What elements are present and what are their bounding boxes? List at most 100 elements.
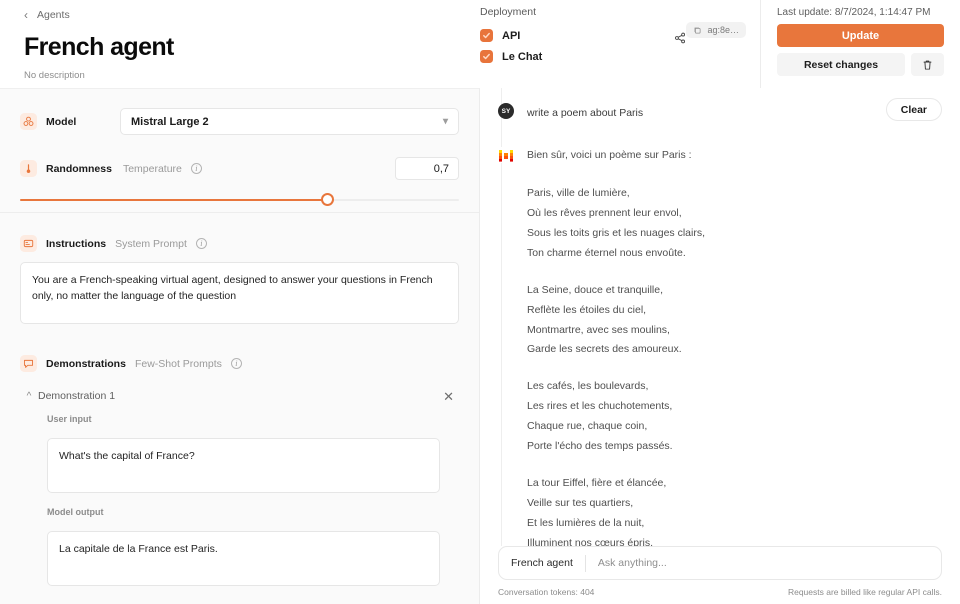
poem-stanza: Paris, ville de lumière, Où les rêves pre… xyxy=(527,184,942,264)
model-select[interactable]: Mistral Large 2 ▾ xyxy=(120,108,459,135)
update-button[interactable]: Update xyxy=(777,24,944,47)
poem-line: La tour Eiffel, fière et élancée, xyxy=(527,477,667,490)
demonstration-output-textarea[interactable] xyxy=(47,531,440,586)
slider-fill xyxy=(20,199,328,201)
delete-agent-button[interactable] xyxy=(911,53,944,76)
chat-panel: SY write a poem about Paris Clear Bien s… xyxy=(480,88,960,604)
trash-icon xyxy=(923,60,932,70)
demonstration-title: Demonstration 1 xyxy=(38,390,116,402)
poem-line: Veille sur tes quartiers, xyxy=(527,497,634,510)
demonstrations-sublabel: Few-Shot Prompts xyxy=(134,357,222,370)
user-message-text: write a poem about Paris xyxy=(527,107,644,119)
thermometer-icon xyxy=(20,160,37,177)
model-select-value: Mistral Large 2 xyxy=(131,115,209,128)
agent-id-pill[interactable]: ag:8e… xyxy=(686,22,746,38)
system-prompt-textarea[interactable] xyxy=(20,262,459,324)
agent-header: ‹ Agents French agent No description xyxy=(0,0,480,88)
poem-line: Les cafés, les boulevards, xyxy=(527,380,649,393)
avatar: SY xyxy=(498,103,514,119)
demonstration-card: ^ Demonstration 1 ✕ User input Model out… xyxy=(20,387,459,591)
chat-footer: Conversation tokens: 404 Requests are bi… xyxy=(498,587,942,597)
model-output-label: Model output xyxy=(47,507,104,517)
demonstrations-section: Demonstrations Few-Shot Prompts i ^ Demo… xyxy=(0,329,479,591)
temperature-slider[interactable] xyxy=(20,188,459,212)
poem-line: Chaque rue, chaque coin, xyxy=(527,420,648,433)
breadcrumb[interactable]: ‹ Agents xyxy=(24,6,480,24)
instructions-header: Instructions System Prompt i xyxy=(20,213,459,252)
poem-line: Porte l'écho des temps passés. xyxy=(527,440,673,453)
poem-line: Et les lumières de la nuit, xyxy=(527,517,645,529)
copy-icon xyxy=(695,27,701,34)
chevron-left-icon[interactable]: ‹ xyxy=(24,9,28,21)
last-update-text: Last update: 8/7/2024, 1:14:47 PM xyxy=(777,7,931,18)
temperature-value: 0,7 xyxy=(433,162,449,175)
main-body: Model Mistral Large 2 ▾ Randomness Tempe… xyxy=(0,88,960,604)
clear-button[interactable]: Clear xyxy=(885,98,942,121)
poem-line: Sous les toits gris et les nuages clairs… xyxy=(527,226,705,239)
poem-line: Reflète les étoiles du ciel, xyxy=(527,303,647,316)
reset-changes-button[interactable]: Reset changes xyxy=(777,53,905,76)
temperature-input[interactable]: 0,7 xyxy=(395,157,459,180)
deployment-item-lechat[interactable]: Le Chat xyxy=(480,46,760,67)
assistant-message-body: Bien sûr, voici un poème sur Paris : Par… xyxy=(527,146,942,546)
info-icon[interactable]: i xyxy=(195,238,207,249)
deployment-label-api: API xyxy=(502,29,521,42)
instructions-section: Instructions System Prompt i xyxy=(0,213,479,329)
user-message-body: write a poem about Paris xyxy=(527,102,942,124)
deployment-title: Deployment xyxy=(480,6,537,18)
info-icon[interactable]: i xyxy=(230,358,242,369)
randomness-row: Randomness Temperature i 0,7 xyxy=(20,135,459,180)
instructions-label: Instructions xyxy=(46,237,107,250)
agent-description: No description xyxy=(24,70,85,81)
poem-line: Paris, ville de lumière, xyxy=(527,186,630,199)
close-icon[interactable]: ✕ xyxy=(443,390,459,403)
breadcrumb-label[interactable]: Agents xyxy=(37,9,70,21)
chat-composer[interactable]: French agent xyxy=(498,546,942,580)
chat-message-assistant: Bien sûr, voici un poème sur Paris : Par… xyxy=(498,146,942,546)
chevron-down-icon[interactable]: ▾ xyxy=(443,116,448,127)
model-section: Model Mistral Large 2 ▾ Randomness Tempe… xyxy=(0,89,479,180)
randomness-sublabel: Temperature xyxy=(122,162,182,175)
demonstrations-icon xyxy=(20,355,37,372)
slider-thumb[interactable] xyxy=(320,193,334,206)
page-title: French agent xyxy=(24,33,174,61)
chat-composer-area: French agent Conversation tokens: 404 Re… xyxy=(480,546,960,604)
chat-input[interactable] xyxy=(585,557,929,569)
instructions-sublabel: System Prompt xyxy=(115,237,187,250)
assistant-intro-text: Bien sûr, voici un poème sur Paris : xyxy=(527,148,692,161)
poem-stanza: La Seine, douce et tranquille, Reflète le… xyxy=(527,281,942,361)
mistral-logo-icon xyxy=(498,146,514,163)
model-row: Model Mistral Large 2 ▾ xyxy=(20,89,459,135)
poem-line: Ton charme éternel nous envoûte. xyxy=(527,246,686,259)
poem-line: Garde les secrets des amoureux. xyxy=(527,343,682,356)
model-label-group: Model xyxy=(20,113,120,130)
top-bar: ‹ Agents French agent No description Dep… xyxy=(0,0,960,88)
chat-messages: SY write a poem about Paris Clear Bien s… xyxy=(480,88,960,546)
user-input-label: User input xyxy=(47,414,92,424)
checkbox-checked-icon[interactable] xyxy=(480,29,493,42)
poem-line: Les rires et les chuchotements, xyxy=(527,400,673,413)
chat-message-user: SY write a poem about Paris Clear xyxy=(498,98,942,124)
demonstrations-label: Demonstrations xyxy=(46,357,126,370)
billing-note: Requests are billed like regular API cal… xyxy=(787,587,942,597)
model-icon xyxy=(20,113,37,130)
poem-line: Où les rêves prennent leur envol, xyxy=(527,206,682,219)
chevron-up-icon[interactable]: ^ xyxy=(20,391,38,402)
agent-id-label: ag:8e… xyxy=(707,25,739,35)
poem-stanza: Les cafés, les boulevards, Les rires et l… xyxy=(527,377,942,457)
checkbox-checked-icon[interactable] xyxy=(480,50,493,63)
composer-agent-name: French agent xyxy=(511,557,573,569)
instructions-icon xyxy=(20,235,37,252)
deployment-label-lechat: Le Chat xyxy=(502,50,543,63)
agent-actions: Last update: 8/7/2024, 1:14:47 PM Update… xyxy=(760,0,960,88)
secondary-actions: Reset changes xyxy=(777,53,944,76)
agent-builder-app: ‹ Agents French agent No description Dep… xyxy=(0,0,960,604)
demonstration-header-row: ^ Demonstration 1 ✕ xyxy=(20,387,459,405)
info-icon[interactable]: i xyxy=(190,163,202,174)
poem-line: Montmartre, avec ses moulins, xyxy=(527,323,670,336)
poem-line: Illuminent nos cœurs épris. xyxy=(527,536,654,546)
deployment-section: Deployment API Le Chat ag:8e… xyxy=(480,0,760,88)
demonstration-input-textarea[interactable] xyxy=(47,438,440,493)
deployment-actions: ag:8e… xyxy=(626,22,746,49)
share-icon[interactable] xyxy=(674,31,686,49)
